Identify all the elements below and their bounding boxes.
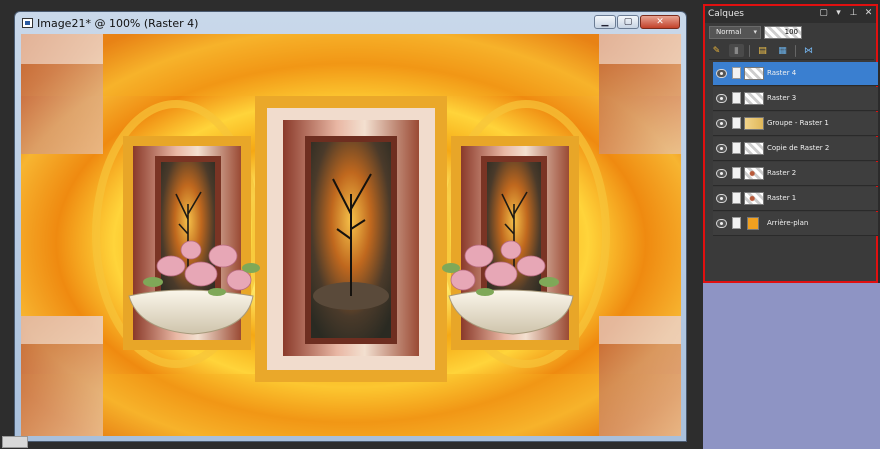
visibility-eye-icon[interactable] [716,69,727,78]
layer-arriere-plan[interactable]: Arrière-plan [713,212,878,236]
minimized-window-thumbnail[interactable] [2,436,28,448]
visibility-eye-icon[interactable] [716,169,727,178]
new-layer-icon[interactable]: ▦ [775,44,790,57]
mask-icon[interactable]: ▮ [729,44,744,57]
layers-toolbar: ✎ ▮ ▤ ▦ ⋈ [709,42,874,60]
visibility-eye-icon[interactable] [716,119,727,128]
new-group-icon[interactable]: ▤ [755,44,770,57]
layers-panel-title: Calques [708,9,744,19]
layer-raster-4[interactable]: Raster 4 [713,62,878,86]
toolbar-divider [795,44,796,57]
panel-menu-icon[interactable]: ▾ [834,8,843,19]
document-window: Image21* @ 100% (Raster 4) ▁ ▢ ✕ [14,11,687,442]
minimize-button[interactable]: ▁ [594,15,616,29]
layer-thumbnail [744,92,764,105]
layers-panel: Calques ▢ ▾ ⊥ ✕ Normal 100 ✎ ▮ ▤ ▦ ⋈ Ras… [703,4,878,283]
layers-panel-header[interactable]: Calques ▢ ▾ ⊥ ✕ [705,6,876,23]
share-icon[interactable]: ⋈ [801,44,816,57]
layer-page-icon [732,117,741,129]
artwork [21,34,681,436]
layer-page-icon [732,92,741,104]
layer-page-icon [732,167,741,179]
panel-pin-icon[interactable]: ⊥ [849,8,858,19]
visibility-eye-icon[interactable] [716,194,727,203]
layers-list: Raster 4 Raster 3 Groupe - Raster 1 Copi… [713,62,878,237]
document-titlebar[interactable]: Image21* @ 100% (Raster 4) ▁ ▢ ✕ [15,12,686,34]
visibility-eye-icon[interactable] [716,219,727,228]
layer-name: Raster 2 [767,169,797,177]
maximize-button[interactable]: ▢ [617,15,639,29]
brush-icon[interactable]: ✎ [709,44,724,57]
layer-copie-de-raster-2[interactable]: Copie de Raster 2 [713,137,878,161]
desktop-area [703,283,880,449]
layer-groupe-raster-1[interactable]: Groupe - Raster 1 [713,112,878,136]
layer-thumbnail [744,142,764,155]
layer-name: Copie de Raster 2 [767,144,830,152]
visibility-eye-icon[interactable] [716,144,727,153]
close-button[interactable]: ✕ [640,15,680,29]
layer-name: Raster 3 [767,94,797,102]
layer-thumbnail [744,167,764,180]
layer-name: Raster 4 [767,69,797,77]
blend-mode-select[interactable]: Normal [709,26,761,39]
layer-thumbnail [744,67,764,80]
layer-thumbnail [744,192,764,205]
panel-restore-icon[interactable]: ▢ [819,8,828,19]
layer-raster-1[interactable]: Raster 1 [713,187,878,211]
layer-raster-3[interactable]: Raster 3 [713,87,878,111]
layer-thumbnail [747,217,759,230]
layer-page-icon [732,217,741,229]
opacity-field[interactable]: 100 [764,26,802,39]
visibility-eye-icon[interactable] [716,94,727,103]
layer-name: Groupe - Raster 1 [767,119,829,127]
layer-name: Arrière-plan [767,219,809,227]
layer-name: Raster 1 [767,194,797,202]
layer-page-icon [732,142,741,154]
panel-close-icon[interactable]: ✕ [864,8,873,19]
layer-thumbnail [744,117,764,130]
image-canvas[interactable] [21,34,681,436]
layer-page-icon [732,67,741,79]
document-icon [22,18,33,28]
toolbar-divider [749,44,750,57]
document-title: Image21* @ 100% (Raster 4) [37,17,199,30]
layer-raster-2[interactable]: Raster 2 [713,162,878,186]
layer-page-icon [732,192,741,204]
